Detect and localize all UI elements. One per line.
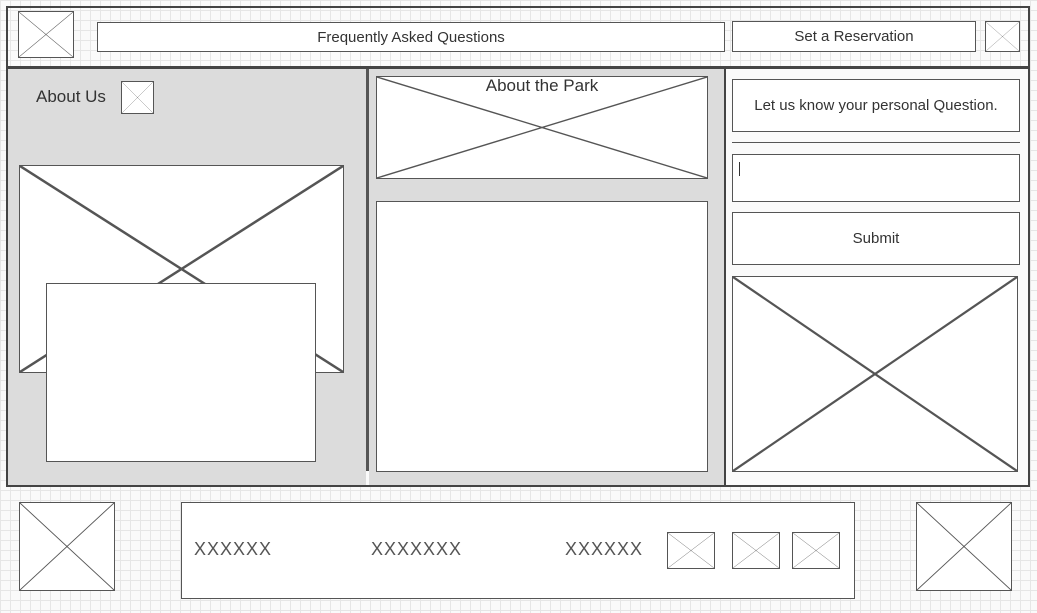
question-input[interactable] [732, 154, 1020, 202]
faq-link[interactable]: Frequently Asked Questions [97, 22, 725, 52]
about-park-text-box [376, 201, 708, 472]
right-column-divider [724, 69, 726, 485]
footer-social-icon-3[interactable] [792, 532, 840, 569]
footer-nav-item-2[interactable]: XXXXXXX [371, 539, 462, 560]
footer-social-icon-1[interactable] [667, 532, 715, 569]
footer-right-image-placeholder [916, 502, 1012, 591]
about-us-title: About Us [36, 87, 106, 106]
question-prompt-text: Let us know your personal Question. [754, 97, 998, 114]
about-park-title: About the Park [485, 76, 599, 95]
footer-nav-item-1[interactable]: XXXXXX [194, 539, 272, 560]
set-reservation-button[interactable]: Set a Reservation [732, 21, 976, 52]
logo-image-placeholder [18, 11, 74, 58]
submit-button[interactable]: Submit [732, 212, 1020, 265]
header-icon-placeholder[interactable] [985, 21, 1020, 52]
footer-left-image-placeholder [19, 502, 115, 591]
footer-social-icon-2[interactable] [732, 532, 780, 569]
form-image-placeholder [732, 276, 1018, 472]
about-us-text-box [46, 283, 316, 462]
form-separator [732, 142, 1020, 143]
about-us-icon-placeholder [121, 81, 154, 114]
input-caret [739, 162, 740, 176]
footer-nav-item-3[interactable]: XXXXXX [565, 539, 643, 560]
question-prompt-box: Let us know your personal Question. [732, 79, 1020, 132]
